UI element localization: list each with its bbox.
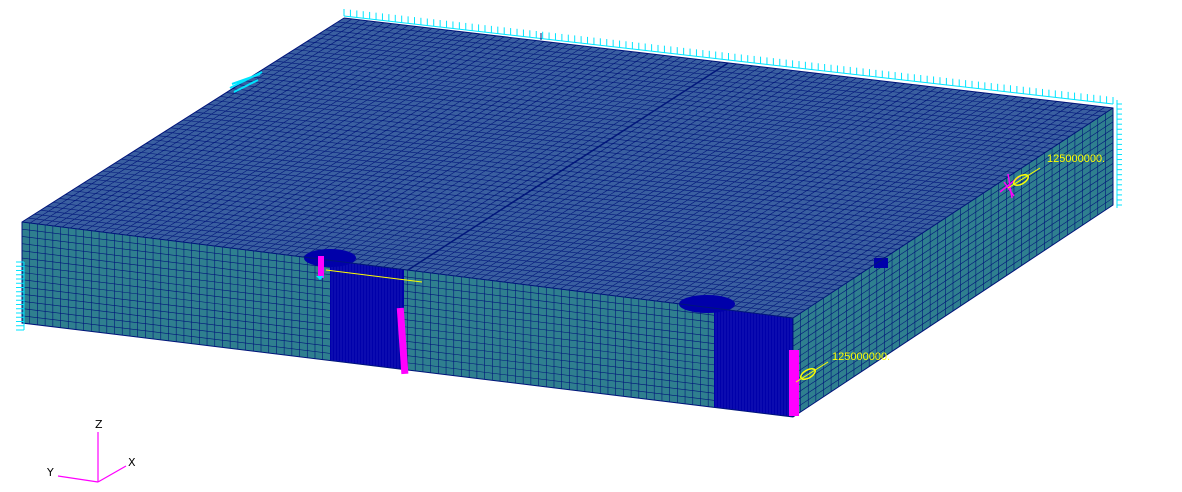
load-bar-left-top — [318, 256, 324, 278]
dense-mesh-region-right — [714, 306, 793, 417]
y-axis-label: Y — [46, 466, 54, 479]
y-axis-line — [57, 475, 99, 483]
axis-triad: Z X Y — [46, 418, 136, 483]
x-axis-line — [97, 465, 127, 483]
z-axis-label: Z — [95, 418, 103, 431]
load-value-label-lower: 125000000. — [832, 351, 890, 363]
constraint-markers-right-edge — [1116, 100, 1122, 208]
model-viewport[interactable]: 125000000. 125000000. Z X Y — [0, 0, 1182, 492]
x-axis-label: X — [128, 456, 136, 469]
load-bar-right — [789, 350, 799, 416]
load-value-label-upper: 125000000. — [1047, 153, 1105, 165]
